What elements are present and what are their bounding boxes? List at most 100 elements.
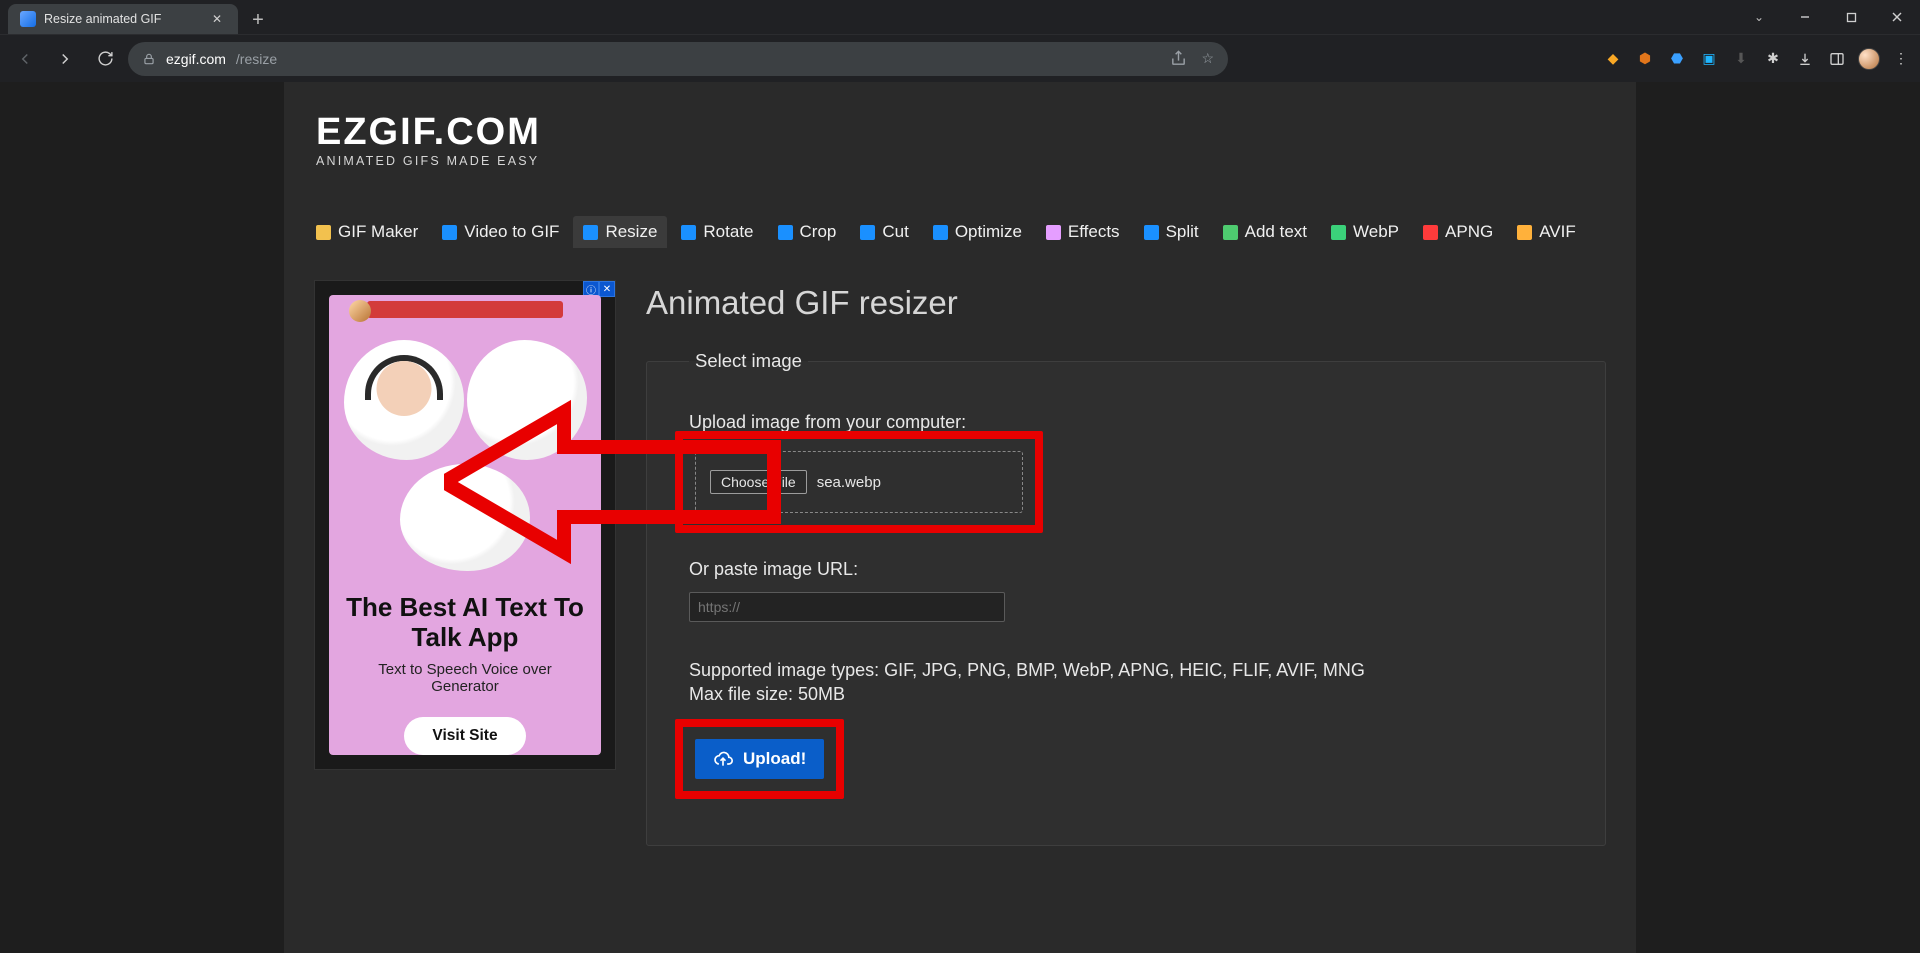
nav-item-video-to-gif[interactable]: Video to GIF — [432, 216, 569, 248]
nav-item-label: Cut — [882, 222, 908, 242]
nav-item-label: Optimize — [955, 222, 1022, 242]
sidebar-ad[interactable]: ⓘ ✕ The Best AI Text To Talk App Text to… — [314, 280, 616, 770]
lock-icon — [142, 52, 156, 66]
nav-item-label: Split — [1166, 222, 1199, 242]
window-close-button[interactable] — [1874, 0, 1920, 34]
supported-types-text: Supported image types: GIF, JPG, PNG, BM… — [689, 658, 1563, 682]
nav-icon — [442, 225, 457, 240]
nav-item-apng[interactable]: APNG — [1413, 216, 1503, 248]
window-maximize-button[interactable] — [1828, 0, 1874, 34]
nav-item-avif[interactable]: AVIF — [1507, 216, 1586, 248]
nav-forward-button[interactable] — [48, 42, 82, 76]
extensions-icon[interactable]: ✱ — [1762, 48, 1784, 70]
nav-item-optimize[interactable]: Optimize — [923, 216, 1032, 248]
kebab-menu-icon[interactable]: ⋮ — [1890, 48, 1912, 70]
nav-icon — [1331, 225, 1346, 240]
file-dropzone[interactable]: Choose File sea.webp — [695, 451, 1023, 513]
ad-blob — [400, 464, 530, 572]
window-minimize-button[interactable] — [1782, 0, 1828, 34]
nav-item-rotate[interactable]: Rotate — [671, 216, 763, 248]
ad-creative: The Best AI Text To Talk App Text to Spe… — [329, 295, 601, 755]
address-bar[interactable]: ezgif.com/resize ☆ — [128, 42, 1228, 76]
nav-item-label: Crop — [800, 222, 837, 242]
nav-item-resize[interactable]: Resize — [573, 216, 667, 248]
main-nav: GIF Maker Video to GIF Resize Rotate Crop Cut… — [306, 216, 1614, 250]
nav-icon — [1144, 225, 1159, 240]
select-image-card: Select image Upload image from your comp… — [646, 350, 1606, 846]
url-domain: ezgif.com — [166, 51, 226, 67]
nav-reload-button[interactable] — [88, 42, 122, 76]
image-url-input[interactable] — [689, 592, 1005, 622]
ad-close-icon[interactable]: ✕ — [599, 281, 615, 297]
nav-icon — [1046, 225, 1061, 240]
page-viewport: EZGIF.COM ANIMATED GIFS MADE EASY GIF Ma… — [0, 82, 1920, 953]
nav-icon — [583, 225, 598, 240]
url-label: Or paste image URL: — [689, 559, 1563, 580]
nav-item-label: WebP — [1353, 222, 1399, 242]
nav-item-label: APNG — [1445, 222, 1493, 242]
browser-toolbar: ezgif.com/resize ☆ ◆ ⬢ ⬣ ▣ ⬇ ✱ ⋮ — [0, 34, 1920, 82]
main-column: Animated GIF resizer Select image Upload… — [646, 280, 1606, 846]
nav-icon — [681, 225, 696, 240]
ad-banner-strip — [367, 301, 563, 318]
ext-shield-icon[interactable]: ⬣ — [1666, 48, 1688, 70]
ext-todo-icon[interactable]: ▣ — [1698, 48, 1720, 70]
ext-cube-icon[interactable]: ◆ — [1602, 48, 1624, 70]
ad-blob — [467, 340, 587, 460]
nav-icon — [316, 225, 331, 240]
chosen-file-name: sea.webp — [817, 474, 881, 491]
nav-item-label: GIF Maker — [338, 222, 418, 242]
url-path: /resize — [236, 51, 277, 67]
upload-button-label: Upload! — [743, 749, 806, 769]
ad-headline: The Best AI Text To Talk App — [339, 593, 591, 653]
tab-favicon — [20, 11, 36, 27]
ad-subtext: Text to Speech Voice over Generator — [349, 661, 581, 695]
ad-cta-button[interactable]: Visit Site — [404, 717, 525, 755]
ad-blob — [344, 340, 464, 460]
profile-avatar[interactable] — [1858, 48, 1880, 70]
site-logo[interactable]: EZGIF.COM ANIMATED GIFS MADE EASY — [284, 82, 1636, 178]
tab-title: Resize animated GIF — [44, 12, 161, 26]
nav-item-webp[interactable]: WebP — [1321, 216, 1409, 248]
max-size-text: Max file size: 50MB — [689, 682, 1563, 706]
browser-tab[interactable]: Resize animated GIF ✕ — [8, 4, 238, 34]
nav-icon — [1423, 225, 1438, 240]
tab-close-icon[interactable]: ✕ — [208, 10, 226, 28]
nav-item-split[interactable]: Split — [1134, 216, 1209, 248]
nav-icon — [1223, 225, 1238, 240]
nav-item-effects[interactable]: Effects — [1036, 216, 1130, 248]
new-tab-button[interactable]: + — [244, 6, 272, 34]
upload-label: Upload image from your computer: — [689, 412, 1563, 433]
cloud-upload-icon — [713, 749, 733, 769]
nav-item-label: AVIF — [1539, 222, 1576, 242]
share-icon[interactable] — [1170, 50, 1187, 67]
nav-item-label: Rotate — [703, 222, 753, 242]
nav-item-crop[interactable]: Crop — [768, 216, 847, 248]
bookmark-star-icon[interactable]: ☆ — [1201, 50, 1214, 67]
nav-item-label: Add text — [1245, 222, 1307, 242]
nav-item-label: Video to GIF — [464, 222, 559, 242]
choose-file-button[interactable]: Choose File — [710, 470, 807, 494]
browser-titlebar: Resize animated GIF ✕ + ⌄ — [0, 0, 1920, 34]
sidepanel-icon[interactable] — [1826, 48, 1848, 70]
upload-button[interactable]: Upload! — [695, 739, 824, 779]
nav-item-add-text[interactable]: Add text — [1213, 216, 1317, 248]
nav-item-label: Resize — [605, 222, 657, 242]
page-title: Animated GIF resizer — [646, 284, 1606, 322]
nav-icon — [778, 225, 793, 240]
logo-tagline: ANIMATED GIFS MADE EASY — [316, 154, 1604, 168]
nav-icon — [860, 225, 875, 240]
nav-item-cut[interactable]: Cut — [850, 216, 918, 248]
chevron-down-icon[interactable]: ⌄ — [1736, 0, 1782, 34]
nav-icon — [1517, 225, 1532, 240]
ext-metamask-icon[interactable]: ⬢ — [1634, 48, 1656, 70]
card-legend: Select image — [689, 350, 808, 372]
downloads-icon[interactable] — [1794, 48, 1816, 70]
nav-item-gif-maker[interactable]: GIF Maker — [306, 216, 428, 248]
nav-item-label: Effects — [1068, 222, 1120, 242]
nav-icon — [933, 225, 948, 240]
download-indicator-icon[interactable]: ⬇ — [1730, 48, 1752, 70]
nav-back-button[interactable] — [8, 42, 42, 76]
logo-main: EZGIF.COM — [316, 114, 1604, 150]
page-container: EZGIF.COM ANIMATED GIFS MADE EASY GIF Ma… — [284, 82, 1636, 953]
